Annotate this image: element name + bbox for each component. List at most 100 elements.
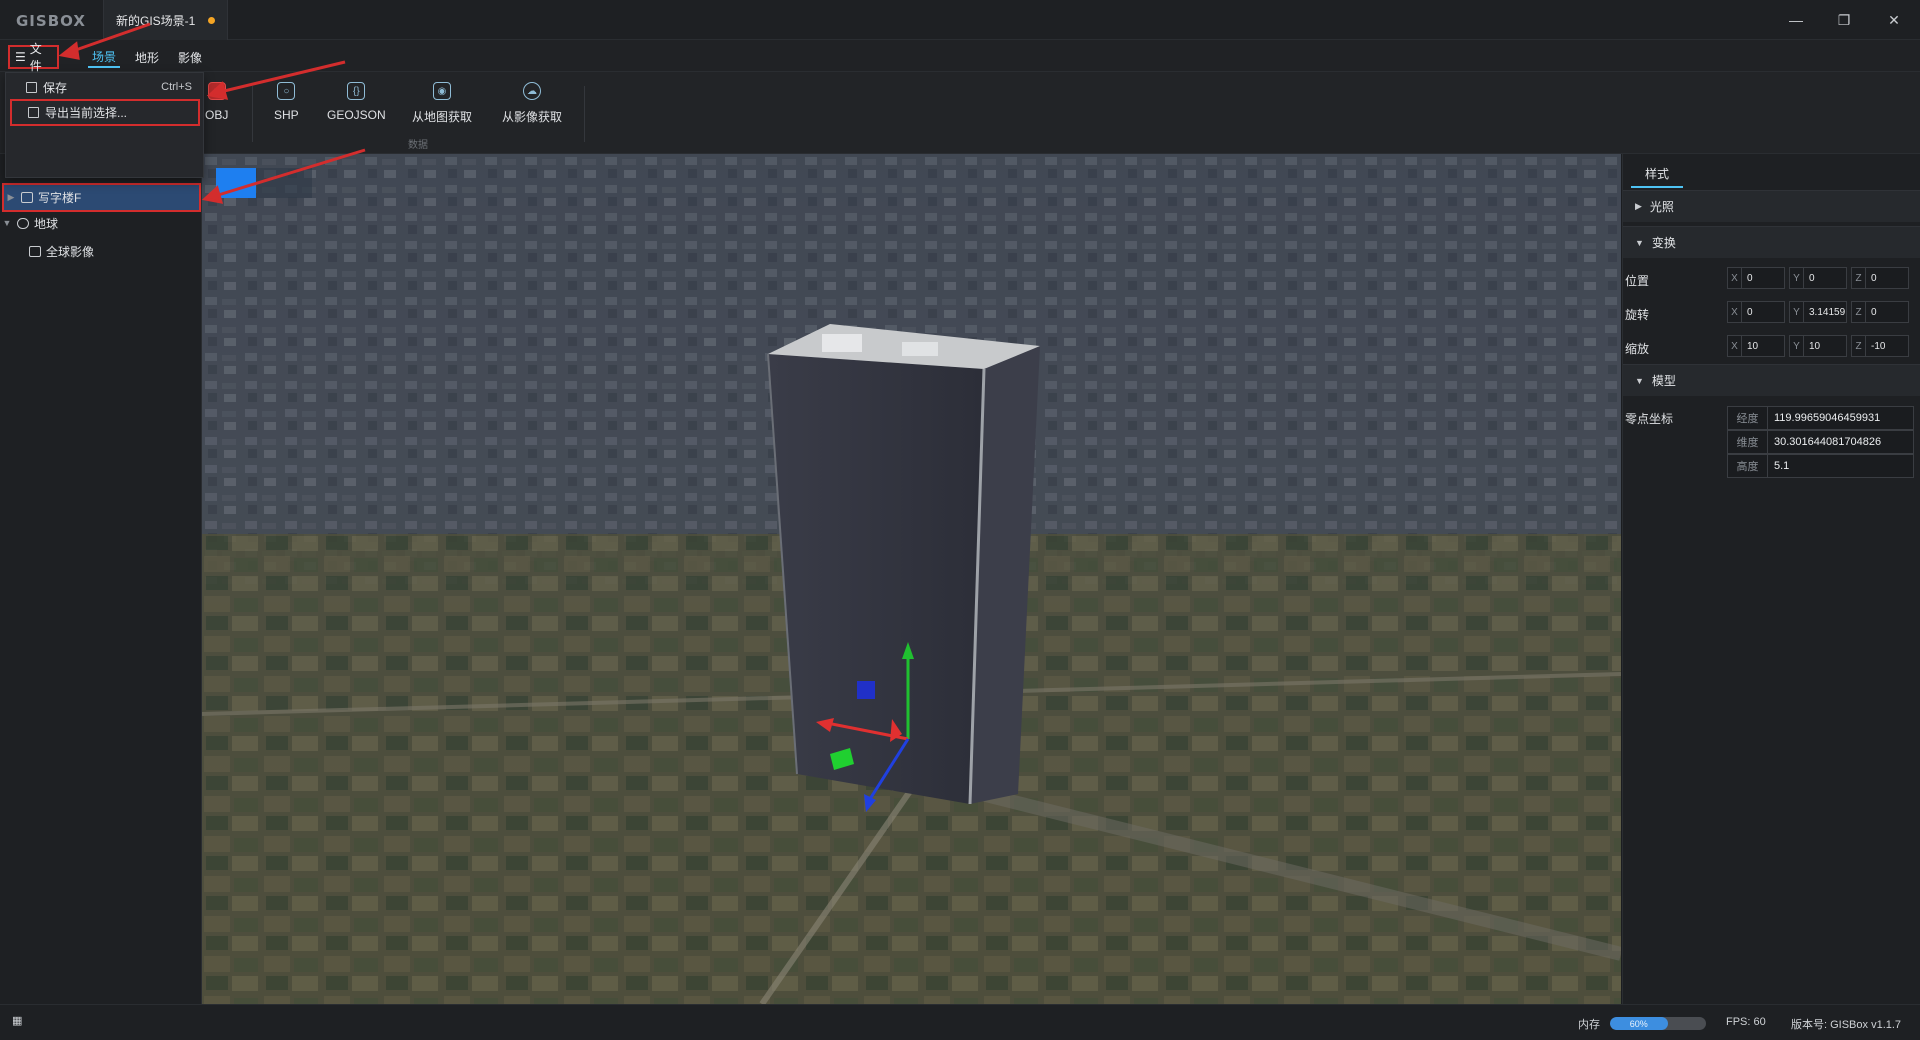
- scale-z-value: -10: [1871, 340, 1886, 352]
- rotation-label: 旋转: [1625, 308, 1650, 322]
- import-shp-button[interactable]: ○ SHP: [274, 82, 299, 142]
- section-lighting-label: 光照: [1649, 200, 1674, 214]
- map-pin-icon: ◉: [433, 82, 451, 100]
- axis-y-label: Y: [1790, 302, 1804, 322]
- scale-x-field[interactable]: X 10: [1727, 335, 1785, 357]
- status-bar: ▦ 内存 60% FPS: 60 版本号: GISBox v1.1.7: [0, 1004, 1920, 1040]
- height-label: 高度: [1728, 455, 1768, 477]
- globe-icon: [17, 217, 29, 229]
- scale-y-field[interactable]: Y 10: [1789, 335, 1847, 357]
- ribbon-divider: [252, 86, 253, 142]
- import-shp-label: SHP: [274, 108, 299, 122]
- position-y-field[interactable]: Y 0: [1789, 267, 1847, 289]
- geojson-icon: {}: [347, 82, 366, 100]
- tab-style[interactable]: 样式: [1631, 160, 1683, 188]
- scale-label: 缩放: [1625, 342, 1650, 356]
- axis-z-label: Z: [1852, 302, 1866, 322]
- axis-z-label: Z: [1852, 336, 1866, 356]
- import-geojson-label: GEOJSON: [327, 108, 386, 122]
- menu-item-save[interactable]: 保存 Ctrl+S: [10, 75, 200, 99]
- file-menu-dropdown: 保存 Ctrl+S 导出当前选择...: [5, 72, 204, 178]
- model-icon: [21, 192, 33, 203]
- menu-imagery[interactable]: 影像: [174, 46, 206, 68]
- position-x-value: 0: [1747, 272, 1753, 284]
- log-icon[interactable]: ▦: [12, 1014, 22, 1027]
- import-geojson-button[interactable]: {} GEOJSON: [327, 82, 386, 142]
- title-bar: GISBOX 新的GIS场景-1 — ❐ ✕: [0, 0, 1920, 40]
- scale-z-field[interactable]: Z -10: [1851, 335, 1909, 357]
- minimize-icon: —: [1789, 12, 1803, 28]
- height-field[interactable]: 高度 5.1: [1727, 454, 1914, 478]
- tree-item-global-imagery[interactable]: 全球影像: [0, 238, 202, 264]
- latitude-field[interactable]: 维度 30.301644081704826: [1727, 430, 1914, 454]
- longitude-value: 119.99659046459931: [1774, 412, 1881, 424]
- document-tab-label: 新的GIS场景-1: [116, 13, 196, 28]
- section-model[interactable]: ▼ 模型: [1623, 364, 1920, 396]
- from-imagery-label: 从影像获取: [502, 110, 563, 124]
- app-logo: GISBOX: [16, 12, 86, 30]
- position-label: 位置: [1625, 274, 1650, 288]
- position-y-value: 0: [1809, 272, 1815, 284]
- axis-y-label: Y: [1790, 336, 1804, 356]
- axis-x-label: X: [1728, 268, 1742, 288]
- rotation-y-value: 3.14159: [1809, 306, 1846, 318]
- unsaved-indicator-icon: [208, 17, 215, 24]
- longitude-field[interactable]: 经度 119.99659046459931: [1727, 406, 1914, 430]
- section-lighting[interactable]: ▶ 光照: [1623, 190, 1920, 222]
- section-transform-label: 变换: [1651, 236, 1676, 250]
- menu-terrain[interactable]: 地形: [131, 46, 163, 68]
- rotation-x-value: 0: [1747, 306, 1753, 318]
- position-x-field[interactable]: X 0: [1727, 267, 1785, 289]
- version-label: 版本号: GISBox v1.1.7: [1791, 1019, 1902, 1031]
- menu-item-export[interactable]: 导出当前选择...: [10, 99, 200, 126]
- position-z-field[interactable]: Z 0: [1851, 267, 1909, 289]
- menu-file[interactable]: ☰ 文件: [8, 42, 59, 73]
- properties-panel: 样式 ▶ 光照 ▼ 变换 位置 X 0 Y 0 Z 0 旋转 X 0 Y 3.1…: [1622, 154, 1920, 1004]
- import-obj-button[interactable]: ■ OBJ: [205, 82, 228, 142]
- document-tab[interactable]: 新的GIS场景-1: [103, 0, 228, 40]
- ribbon-group-label: 数据: [408, 140, 428, 151]
- restore-button[interactable]: ❐: [1820, 0, 1868, 40]
- axis-x-label: X: [1728, 302, 1742, 322]
- memory-bar-fill: 60%: [1610, 1017, 1668, 1030]
- rotation-y-field[interactable]: Y 3.14159: [1789, 301, 1847, 323]
- tree-item-earth[interactable]: ▼ 地球: [0, 210, 202, 236]
- menu-bar: ☰ 文件 场景 地形 影像: [0, 40, 1920, 73]
- position-z-value: 0: [1871, 272, 1877, 284]
- cube-icon: ■: [207, 82, 226, 100]
- memory-bar: 60%: [1610, 1017, 1706, 1030]
- section-model-label: 模型: [1651, 374, 1676, 388]
- hamburger-icon: ☰: [15, 50, 26, 64]
- latitude-value: 30.301644081704826: [1774, 436, 1882, 448]
- longitude-label: 经度: [1728, 407, 1768, 429]
- menu-scene[interactable]: 场景: [88, 46, 121, 68]
- rotation-x-field[interactable]: X 0: [1727, 301, 1785, 323]
- imagery-icon: [29, 245, 41, 257]
- axis-z-label: Z: [1852, 268, 1866, 288]
- cloud-icon: ☁: [523, 82, 541, 100]
- fps-readout: FPS: 60: [1726, 1016, 1766, 1028]
- caret-down-icon: ▼: [1635, 375, 1644, 386]
- from-imagery-button[interactable]: ☁ 从影像获取: [502, 82, 562, 142]
- caret-right-icon[interactable]: ▶: [4, 192, 18, 203]
- memory-label: 内存: [1578, 1019, 1600, 1031]
- tree-item-building[interactable]: ▶ 写字楼F: [2, 183, 201, 212]
- scale-x-value: 10: [1747, 340, 1759, 352]
- menu-item-export-label: 导出当前选择...: [45, 106, 128, 120]
- toolbar-ribbon: ■ OBJ ○ SHP {} GEOJSON ◉ 从地图获取 ☁ 从影像获取 数…: [0, 72, 1920, 154]
- rotation-z-field[interactable]: Z 0: [1851, 301, 1909, 323]
- axis-x-label: X: [1728, 336, 1742, 356]
- caret-down-icon: ▼: [1635, 237, 1644, 248]
- latitude-label: 维度: [1728, 431, 1768, 453]
- 3d-viewport[interactable]: [202, 154, 1621, 1004]
- section-transform[interactable]: ▼ 变换: [1623, 226, 1920, 258]
- close-button[interactable]: ✕: [1870, 0, 1918, 40]
- minimize-button[interactable]: —: [1772, 0, 1820, 40]
- save-shortcut: Ctrl+S: [161, 81, 192, 93]
- from-map-button[interactable]: ◉ 从地图获取: [412, 82, 472, 142]
- import-obj-label: OBJ: [205, 108, 229, 122]
- origin-label: 零点坐标: [1625, 412, 1674, 426]
- caret-down-icon[interactable]: ▼: [0, 218, 14, 228]
- caret-right-icon: ▶: [1635, 201, 1642, 211]
- tree-item-global-imagery-label: 全球影像: [46, 244, 95, 259]
